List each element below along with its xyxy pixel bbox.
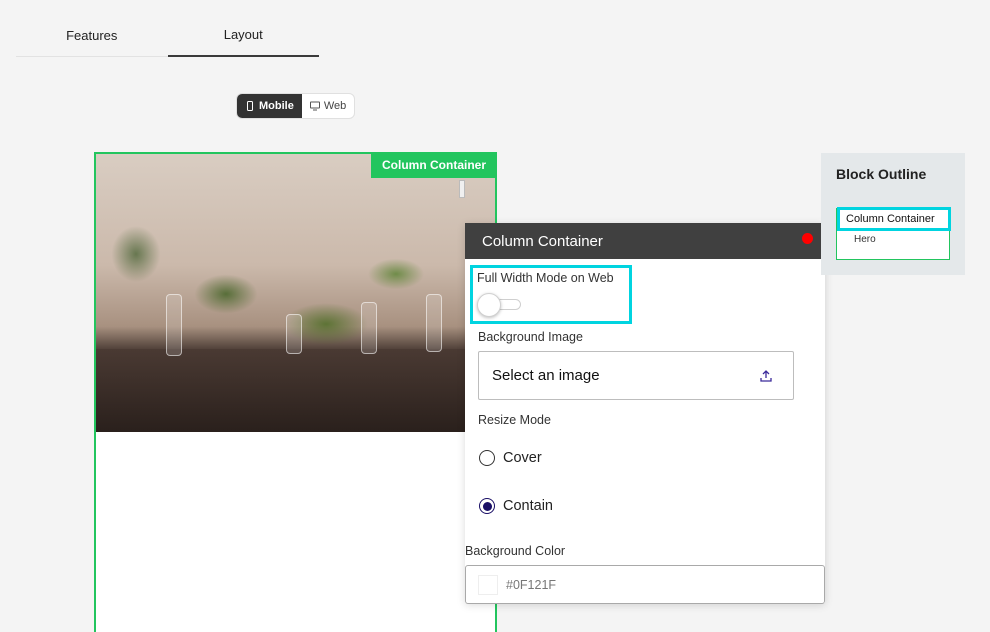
resize-handle[interactable] <box>459 180 465 198</box>
radio-label: Contain <box>503 498 553 514</box>
vase-shape <box>166 294 182 356</box>
color-swatch[interactable] <box>478 574 498 595</box>
resize-option-contain[interactable]: Contain <box>479 498 553 514</box>
shelf-shape <box>96 349 495 432</box>
full-width-label: Full Width Mode on Web <box>477 271 614 285</box>
close-dot-icon[interactable] <box>802 233 813 244</box>
container-label-badge: Column Container <box>371 152 497 178</box>
tab-bar: Features Layout <box>16 14 319 57</box>
vase-shape <box>286 314 302 354</box>
properties-panel: Column Container Full Width Mode on Web … <box>465 223 825 604</box>
radio-contain[interactable] <box>479 498 495 514</box>
background-image-label: Background Image <box>478 330 583 344</box>
radio-cover[interactable] <box>479 450 495 466</box>
hero-image[interactable] <box>96 154 495 432</box>
outline-tree: Column Container Hero <box>836 207 951 260</box>
block-outline-panel: Block Outline Column Container Hero <box>821 153 965 275</box>
panel-header: Column Container <box>465 223 825 259</box>
select-image-text: Select an image <box>492 367 600 384</box>
mobile-button[interactable]: Mobile <box>237 94 302 118</box>
panel-title: Column Container <box>482 232 603 250</box>
background-color-input[interactable]: #0F121F <box>465 565 825 604</box>
resize-mode-label: Resize Mode <box>478 413 551 427</box>
mobile-label: Mobile <box>259 100 294 112</box>
outline-item-column-container[interactable]: Column Container <box>837 207 951 231</box>
radio-label: Cover <box>503 450 542 466</box>
toggle-knob <box>477 293 501 317</box>
background-color-value: #0F121F <box>506 577 557 592</box>
tab-features[interactable]: Features <box>16 14 168 57</box>
tab-layout[interactable]: Layout <box>167 14 319 57</box>
background-color-label: Background Color <box>465 544 566 558</box>
outline-item-hero[interactable]: Hero <box>854 234 876 245</box>
resize-option-cover[interactable]: Cover <box>479 450 542 466</box>
column-container-canvas[interactable]: Column Container <box>94 152 497 632</box>
web-button[interactable]: Web <box>302 94 354 118</box>
select-image-button[interactable]: Select an image <box>478 351 794 400</box>
upload-icon <box>760 369 772 382</box>
block-outline-title: Block Outline <box>836 166 927 182</box>
tab-label: Layout <box>223 27 263 42</box>
device-toggle: Mobile Web <box>236 93 356 119</box>
web-label: Web <box>323 100 347 112</box>
vase-shape <box>361 302 377 354</box>
tab-label: Features <box>66 28 118 43</box>
vase-shape <box>426 294 442 352</box>
phone-icon <box>247 101 253 111</box>
monitor-icon <box>309 101 320 111</box>
full-width-toggle[interactable] <box>477 293 523 317</box>
